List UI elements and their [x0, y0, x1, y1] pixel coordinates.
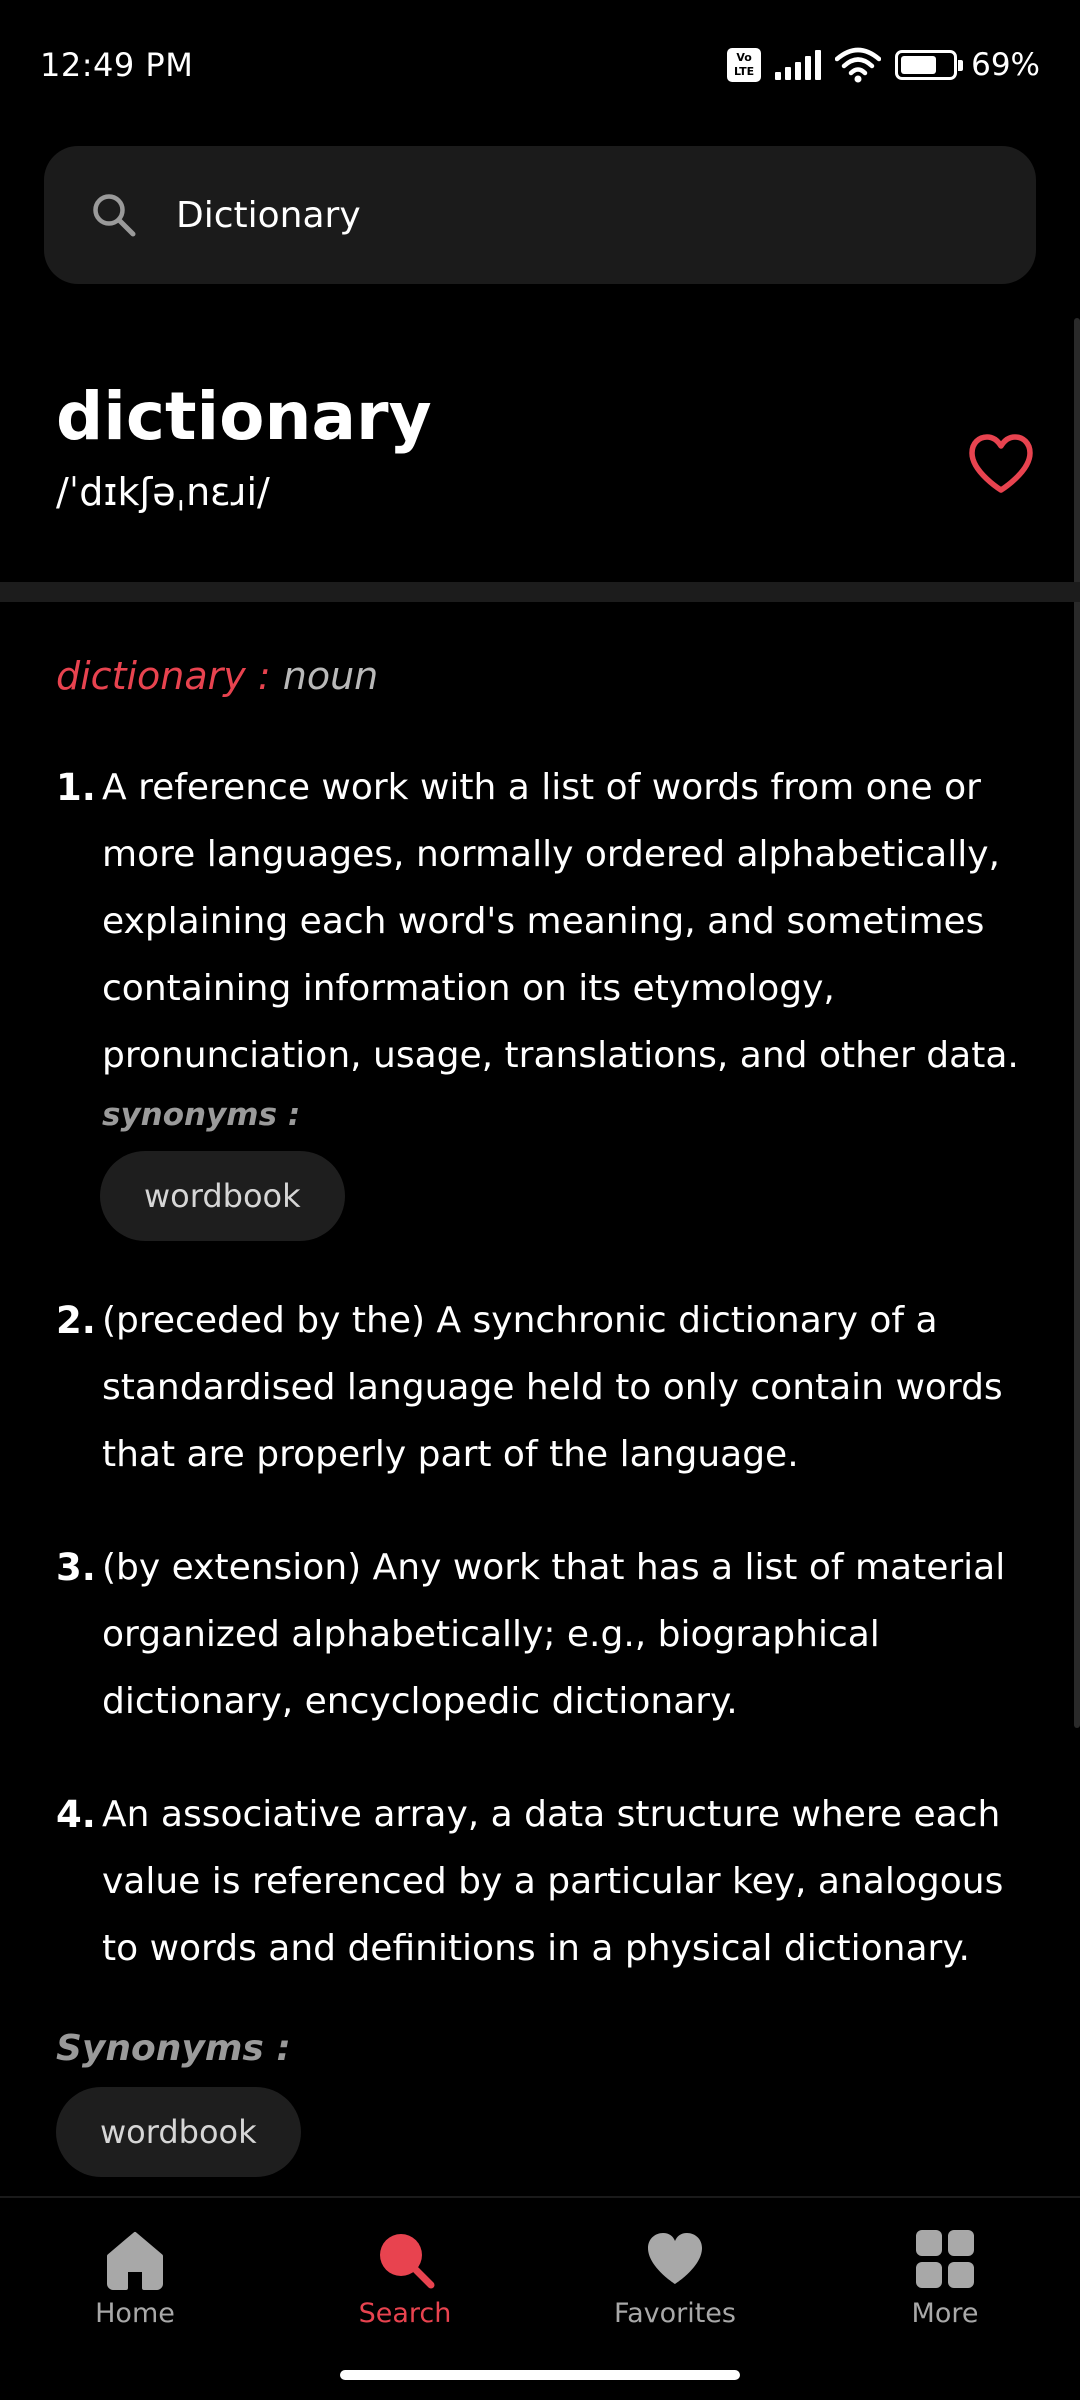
definition-item: 2. (preceded by the) A synchronic dictio… [56, 1287, 1046, 1488]
definition-item: 3. (by extension) Any work that has a li… [56, 1534, 1046, 1735]
nav-label: More [911, 2298, 979, 2329]
definition-text: An associative array, a data structure w… [102, 1794, 1004, 1969]
search-icon [93, 194, 136, 237]
nav-home[interactable]: Home [10, 2228, 260, 2329]
volte-line2: LTE [733, 65, 755, 78]
definition-number: 1. [56, 766, 96, 809]
volte-icon: Vo LTE [727, 48, 762, 82]
definition-number: 4. [56, 1793, 96, 1836]
search-bar[interactable] [44, 146, 1036, 284]
status-time: 12:49 PM [40, 46, 194, 84]
section-divider [0, 582, 1080, 602]
search-icon [380, 2234, 435, 2289]
home-indicator[interactable] [340, 2370, 740, 2380]
nav-favorites[interactable]: Favorites [550, 2228, 800, 2329]
definition-text: A reference work with a list of words fr… [102, 767, 1019, 1076]
synonyms-section: Synonyms : wordbook [56, 2028, 1046, 2177]
synonyms-label: synonyms : [102, 1097, 301, 1133]
heart-icon [648, 2233, 702, 2284]
definitions-content: dictionary : noun 1. A reference work wi… [56, 654, 1046, 2177]
battery-fill [901, 56, 937, 74]
battery-icon [895, 50, 964, 80]
screen: 12:49 PM Vo LTE 69% Dictionary dictionar… [0, 0, 1080, 2400]
entry-separator: : [245, 654, 283, 698]
synonym-chip[interactable]: wordbook [100, 1151, 345, 1241]
definition-item: 1. A reference work with a list of words… [56, 754, 1046, 1241]
definition-text: (preceded by the) A synchronic dictionar… [102, 1300, 1003, 1475]
battery-percent: 69% [971, 47, 1040, 83]
heart-outline-icon[interactable] [966, 432, 1036, 496]
status-icons: Vo LTE 69% [727, 47, 1040, 83]
scrollbar[interactable] [1074, 318, 1080, 1728]
word-title: dictionary [56, 378, 432, 455]
signal-icon [775, 50, 822, 80]
status-bar: 12:49 PM Vo LTE 69% [0, 0, 1080, 130]
word-phonetic: /ˈdɪkʃəˌnɛɹi/ [56, 470, 270, 514]
nav-label: Home [95, 2298, 175, 2329]
search-input[interactable] [176, 194, 936, 236]
nav-search[interactable]: Search [280, 2228, 530, 2329]
word-header: dictionary /ˈdɪkʃəˌnɛɹi/ [56, 372, 1036, 572]
synonyms-title: Synonyms : [56, 2028, 291, 2069]
home-icon [107, 2232, 163, 2290]
grid-icon [916, 2230, 974, 2288]
synonym-chip[interactable]: wordbook [56, 2087, 301, 2177]
definition-text: (by extension) Any work that has a list … [102, 1547, 1006, 1722]
part-of-speech: noun [282, 654, 379, 698]
part-of-speech-line: dictionary : noun [56, 654, 1046, 698]
definition-number: 2. [56, 1299, 96, 1342]
definition-number: 3. [56, 1546, 96, 1589]
nav-label: Favorites [614, 2298, 736, 2329]
nav-more[interactable]: More [820, 2228, 1070, 2329]
definition-item: 4. An associative array, a data structur… [56, 1781, 1046, 1982]
volte-line1: Vo [736, 51, 752, 64]
entry-word: dictionary [56, 654, 246, 698]
nav-label: Search [358, 2298, 452, 2329]
wifi-icon [835, 47, 882, 83]
